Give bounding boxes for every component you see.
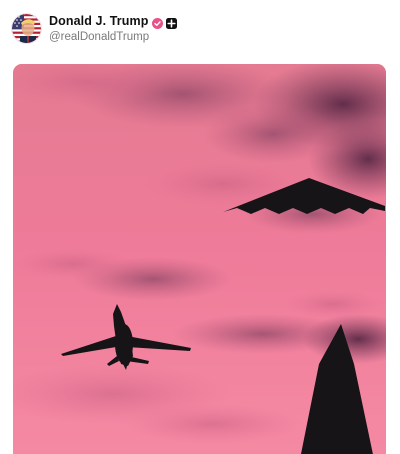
post-header: Donald J. Trump @realDonaldTrump xyxy=(12,12,178,44)
author-avatar[interactable] xyxy=(12,13,41,43)
post-media-image[interactable] xyxy=(13,64,386,454)
author-names: Donald J. Trump @realDonaldTrump xyxy=(49,13,178,43)
verified-badge-icon xyxy=(152,16,164,29)
author-display-name[interactable]: Donald J. Trump xyxy=(49,14,148,28)
author-handle[interactable]: @realDonaldTrump xyxy=(49,31,177,43)
profile-avatar-flag xyxy=(12,13,41,43)
post-card: Donald J. Trump @realDonaldTrump xyxy=(0,0,400,454)
app-badge-icon xyxy=(166,16,178,29)
flyover-photo xyxy=(13,64,386,454)
author-name-row: Donald J. Trump xyxy=(49,13,178,29)
